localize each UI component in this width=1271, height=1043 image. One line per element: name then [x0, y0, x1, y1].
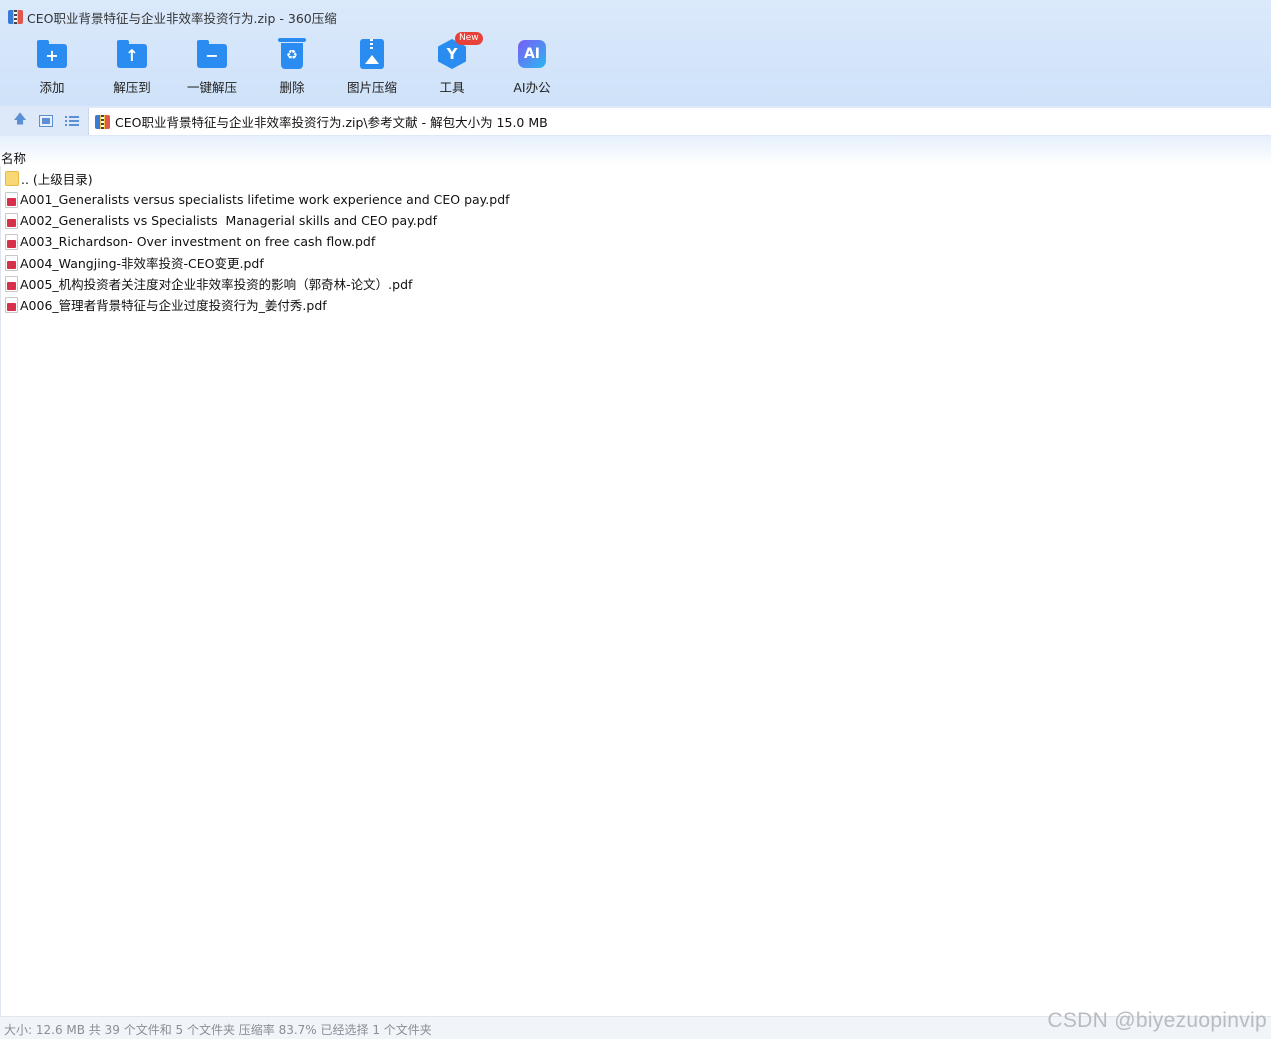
list-item-parent-directory[interactable]: .. (上级目录) [5, 168, 510, 189]
file-list: .. (上级目录) A001_Generalists versus specia… [5, 168, 510, 315]
tools-button[interactable]: Y New 工具 [412, 32, 492, 96]
one-click-extract-button[interactable]: − 一键解压 [172, 38, 252, 96]
image-compress-button[interactable]: 图片压缩 [332, 38, 412, 96]
extract-to-icon: ↑ [117, 40, 147, 68]
toolbar: + 添加 ↑ 解压到 − 一键解压 ♻ 删除 图片压缩 Y New 工具 AI … [12, 32, 572, 96]
ai-office-icon: AI [518, 40, 546, 68]
file-name: A004_Wangjing-非效率投资-CEO变更.pdf [20, 256, 264, 271]
title-and-toolbar-area: CEO职业背景特征与企业非效率投资行为.zip - 360压缩 + 添加 ↑ 解… [0, 0, 1271, 106]
list-item[interactable]: A003_Richardson- Over investment on free… [5, 231, 510, 252]
pdf-file-icon [5, 254, 18, 271]
one-click-extract-button-label: 一键解压 [186, 80, 237, 95]
folder-icon [5, 171, 19, 186]
list-view-icon [65, 116, 79, 126]
delete-button-label: 删除 [279, 80, 305, 95]
pdf-file-icon [5, 233, 18, 250]
extract-to-button-label: 解压到 [113, 80, 151, 95]
list-item[interactable]: A002_Generalists vs Specialists Manageri… [5, 210, 510, 231]
list-left-border [0, 166, 1, 1016]
add-button[interactable]: + 添加 [12, 38, 92, 96]
file-name: A005_机构投资者关注度对企业非效率投资的影响（郭奇林-论文）.pdf [20, 277, 413, 292]
archive-icon [8, 10, 23, 24]
status-text: 大小: 12.6 MB 共 39 个文件和 5 个文件夹 压缩率 83.7% 已… [4, 1023, 432, 1037]
one-click-extract-icon: − [197, 40, 227, 68]
column-header-name[interactable]: 名称 [1, 148, 26, 167]
path-field[interactable]: CEO职业背景特征与企业非效率投资行为.zip\参考文献 - 解包大小为 15.… [88, 108, 1271, 135]
ai-office-button[interactable]: AI AI办公 [492, 38, 572, 96]
up-arrow-icon: 🡅 [13, 112, 27, 127]
extract-to-button[interactable]: ↑ 解压到 [92, 38, 172, 96]
new-badge: New [455, 32, 483, 45]
delete-button[interactable]: ♻ 删除 [252, 38, 332, 96]
file-name: .. (上级目录) [21, 172, 93, 187]
list-header-strip [0, 136, 1271, 166]
window-title: CEO职业背景特征与企业非效率投资行为.zip - 360压缩 [8, 8, 337, 26]
thumbnail-view-button[interactable] [38, 114, 54, 128]
file-name: A006_管理者背景特征与企业过度投资行为_姜付秀.pdf [20, 298, 327, 313]
list-item[interactable]: A006_管理者背景特征与企业过度投资行为_姜付秀.pdf [5, 294, 510, 315]
pdf-file-icon [5, 275, 18, 292]
add-folder-icon: + [37, 40, 67, 68]
image-compress-icon [360, 39, 384, 69]
window-title-text: CEO职业背景特征与企业非效率投资行为.zip - 360压缩 [27, 10, 337, 26]
recycle-bin-icon: ♻ [278, 38, 306, 69]
file-name: A001_Generalists versus specialists life… [20, 192, 510, 207]
image-compress-button-label: 图片压缩 [346, 80, 397, 95]
pdf-file-icon [5, 296, 18, 313]
path-text: CEO职业背景特征与企业非效率投资行为.zip\参考文献 - 解包大小为 15.… [115, 115, 548, 130]
up-level-button[interactable]: 🡅 [12, 112, 28, 128]
list-view-button[interactable] [64, 114, 80, 128]
watermark: CSDN @biyezuopinvip [1047, 1009, 1267, 1032]
file-name: A003_Richardson- Over investment on free… [20, 234, 376, 249]
file-name: A002_Generalists vs Specialists Manageri… [20, 213, 437, 228]
thumbnail-view-icon [39, 115, 53, 127]
list-item[interactable]: A001_Generalists versus specialists life… [5, 189, 510, 210]
list-item[interactable]: A004_Wangjing-非效率投资-CEO变更.pdf [5, 252, 510, 273]
add-button-label: 添加 [39, 80, 65, 95]
address-bar: 🡅 CEO职业背景特征与企业非效率投资行为.zip\参考文献 - 解包大小为 1… [0, 106, 1271, 136]
pdf-file-icon [5, 212, 18, 229]
pdf-file-icon [5, 191, 18, 208]
archive-icon [95, 114, 110, 129]
tools-button-label: 工具 [439, 80, 465, 95]
ai-office-button-label: AI办公 [513, 80, 551, 95]
list-item[interactable]: A005_机构投资者关注度对企业非效率投资的影响（郭奇林-论文）.pdf [5, 273, 510, 294]
